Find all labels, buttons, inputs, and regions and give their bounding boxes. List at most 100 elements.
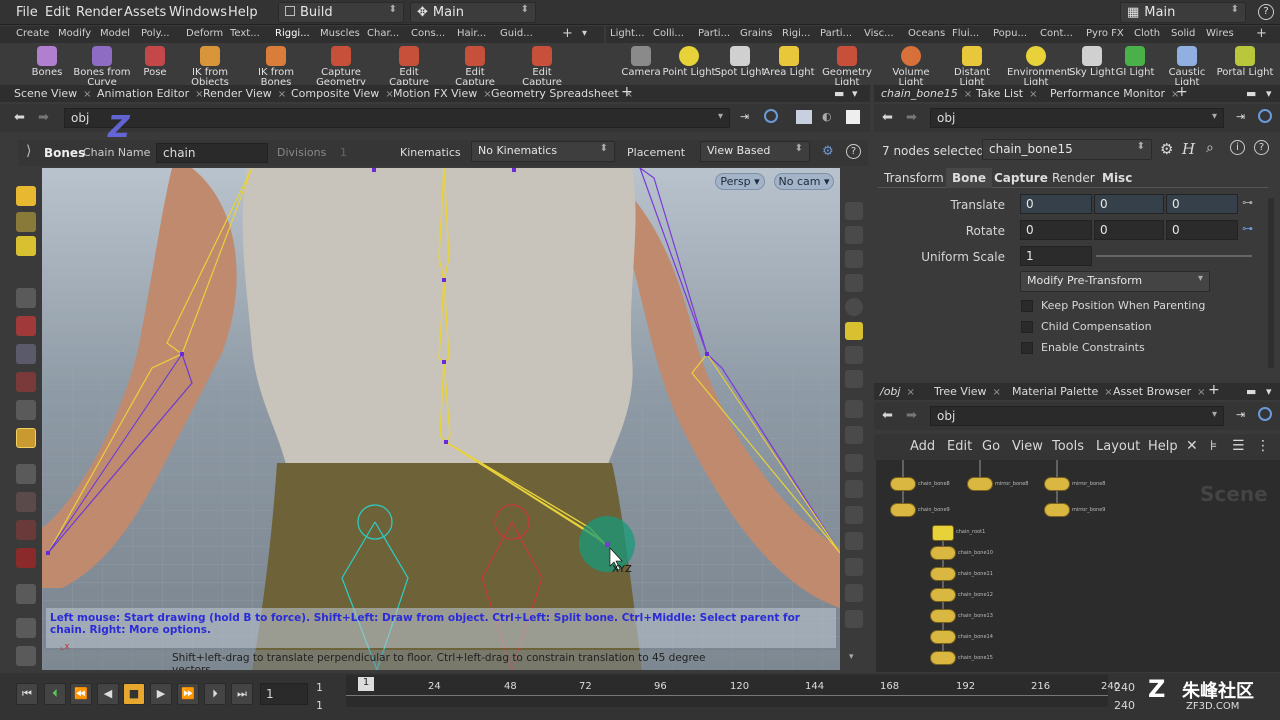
node-chain-root1[interactable]	[932, 525, 954, 541]
tool-distant-light[interactable]: Distant Light	[943, 46, 1001, 88]
left-path-field[interactable]: obj ▾	[64, 108, 730, 128]
tab-animation-editor[interactable]: Animation Editor ×	[97, 87, 204, 100]
frame-ruler[interactable]: 1 24 48 72 96 120 144 168 192 216 240	[346, 675, 1120, 707]
chevron-down-icon[interactable]: ▾	[1212, 409, 1217, 420]
point-display-icon[interactable]	[845, 454, 863, 472]
back-icon[interactable]: ⬅	[882, 110, 893, 125]
tab-geometry-spreadsheet[interactable]: Geometry Spreadsheet ×	[491, 87, 633, 100]
numbers-icon[interactable]	[845, 506, 863, 524]
menu-file[interactable]: File	[16, 5, 38, 20]
node-chain-bone15[interactable]	[930, 651, 956, 665]
node-chain-bone13[interactable]	[930, 609, 956, 623]
menu-edit[interactable]: Edit	[45, 5, 70, 20]
kinematics-dropdown[interactable]: No Kinematics ⬍	[471, 141, 615, 162]
shelf-tab-create[interactable]: Create	[16, 28, 49, 39]
tool-bones[interactable]: Bones	[18, 46, 76, 78]
select-tool-icon[interactable]	[16, 288, 36, 308]
shelf-tab-container[interactable]: Cont...	[1040, 28, 1073, 39]
node-chain-bone10[interactable]	[930, 546, 956, 560]
tool-caustic-light[interactable]: Caustic Light	[1158, 46, 1216, 88]
shelf-tab-cons[interactable]: Cons...	[411, 28, 445, 39]
node-chain-bone8[interactable]	[890, 477, 916, 491]
flipbook-icon[interactable]	[845, 426, 863, 444]
chevron-down-icon[interactable]: ▾	[1212, 111, 1217, 122]
shelf-tab-fluids[interactable]: Flui...	[952, 28, 979, 39]
play-reverse-icon[interactable]: ◀	[97, 683, 119, 705]
tool-ik-from-objects[interactable]: IK from Objects	[181, 46, 239, 88]
tab-take-list[interactable]: Take List ×	[976, 87, 1038, 100]
uniform-scale-slider[interactable]	[1096, 255, 1252, 257]
lights-icon[interactable]	[845, 322, 863, 340]
shelf-tab-solid[interactable]: Solid	[1171, 28, 1195, 39]
scene-viewport[interactable]: XYZ Persp ▾ No cam ▾ Left mouse: Start d…	[42, 168, 840, 670]
display-options-icon[interactable]	[845, 202, 863, 220]
step-forward-key-icon[interactable]: ⏵	[204, 683, 226, 705]
keyframe-icon[interactable]: ⊶	[1242, 196, 1253, 209]
wireframe-icon[interactable]	[16, 618, 36, 638]
shelf-tab-grains[interactable]: Grains	[740, 28, 772, 39]
tool-capture-geometry[interactable]: Capture Geometry	[312, 46, 370, 88]
keyframe-icon[interactable]: ⊶	[1242, 222, 1253, 235]
move-tool-icon[interactable]	[16, 316, 36, 336]
node-mirror-bone8b[interactable]	[1044, 477, 1070, 491]
end-frame[interactable]: 240	[1114, 681, 1135, 694]
start-frame-2[interactable]: 1	[316, 699, 323, 712]
translate-z-field[interactable]: 0	[1166, 194, 1238, 214]
right-desktop-dropdown[interactable]: ▦ Main ⬍	[1120, 2, 1246, 23]
right-bottom-path-field[interactable]: obj ▾	[930, 406, 1224, 426]
shading-icon[interactable]: ◐	[822, 110, 832, 123]
camera-view-icon[interactable]	[845, 346, 863, 364]
selected-node-dropdown[interactable]: chain_bone15 ⬍	[982, 139, 1152, 160]
help-icon[interactable]: ?	[1254, 140, 1269, 155]
enable-constraints-checkbox[interactable]	[1021, 342, 1033, 354]
start-frame[interactable]: 1	[316, 681, 323, 694]
rotate-z-field[interactable]: 0	[1166, 220, 1238, 240]
shelf-tab-viscous[interactable]: Visc...	[864, 28, 894, 39]
keep-position-checkbox[interactable]	[1021, 300, 1033, 312]
pane-menu-icon[interactable]: ▾	[1266, 87, 1272, 100]
handle-tool-icon[interactable]	[16, 464, 36, 484]
select-mode-geometry-icon[interactable]	[16, 212, 36, 232]
menu-add[interactable]: Add	[910, 439, 935, 454]
shelf-tab-wires[interactable]: Wires	[1206, 28, 1234, 39]
shelf-tab-hair[interactable]: Hair...	[457, 28, 486, 39]
tool-area-light[interactable]: Area Light	[760, 46, 818, 78]
link-icon[interactable]	[1258, 109, 1272, 123]
uv-icon[interactable]	[845, 532, 863, 550]
menu-layout[interactable]: Layout	[1096, 439, 1140, 454]
snap-tool-icon[interactable]	[16, 520, 36, 540]
persp-menu[interactable]: Persp ▾	[715, 173, 765, 190]
tab-render-view[interactable]: Render View ×	[203, 87, 286, 100]
add-shelf-icon[interactable]: +	[1256, 26, 1267, 41]
shelf-tab-particles[interactable]: Parti...	[698, 28, 730, 39]
tab-transform[interactable]: Transform	[878, 168, 950, 188]
step-back-key-icon[interactable]: ⏴	[44, 683, 66, 705]
tool-ik-from-bones[interactable]: IK from Bones	[247, 46, 305, 88]
select-mode-objects-icon[interactable]	[16, 186, 36, 206]
tool-pose[interactable]: Pose	[126, 46, 184, 78]
shelf-tab-collisions[interactable]: Colli...	[653, 28, 684, 39]
camera-menu[interactable]: No cam ▾	[774, 173, 834, 190]
tab-tree-view[interactable]: Tree View ×	[934, 385, 1001, 398]
shelf-tab-muscles[interactable]: Muscles	[320, 28, 360, 39]
shelf-tab-particles2[interactable]: Parti...	[820, 28, 852, 39]
display-options-icon[interactable]	[796, 110, 812, 124]
desktop-dropdown[interactable]: Build ⬍	[278, 2, 404, 23]
pin-icon[interactable]: ⇥	[1236, 110, 1245, 123]
shelf-tab-poly[interactable]: Poly...	[141, 28, 170, 39]
gear-icon[interactable]: ⚙	[1160, 140, 1173, 158]
shelf-tab-rigid[interactable]: Rigi...	[782, 28, 810, 39]
ghost-icon[interactable]	[845, 226, 863, 244]
divisions-value[interactable]: 1	[340, 146, 347, 159]
info-icon[interactable]: i	[1230, 140, 1245, 155]
forward-icon[interactable]: ➡	[906, 408, 917, 423]
tool-portal-light[interactable]: Portal Light	[1216, 46, 1274, 78]
settings-icon[interactable]: ⚙	[822, 144, 834, 159]
rotate-tool-icon[interactable]	[16, 344, 36, 364]
magnet-icon[interactable]	[16, 548, 36, 568]
tool-volume-light[interactable]: Volume Light	[882, 46, 940, 88]
bones-tool-icon[interactable]	[16, 428, 36, 448]
forward-icon[interactable]: ➡	[906, 110, 917, 125]
menu-tools[interactable]: Tools	[1052, 439, 1084, 454]
help-icon[interactable]: ?	[1258, 4, 1274, 20]
